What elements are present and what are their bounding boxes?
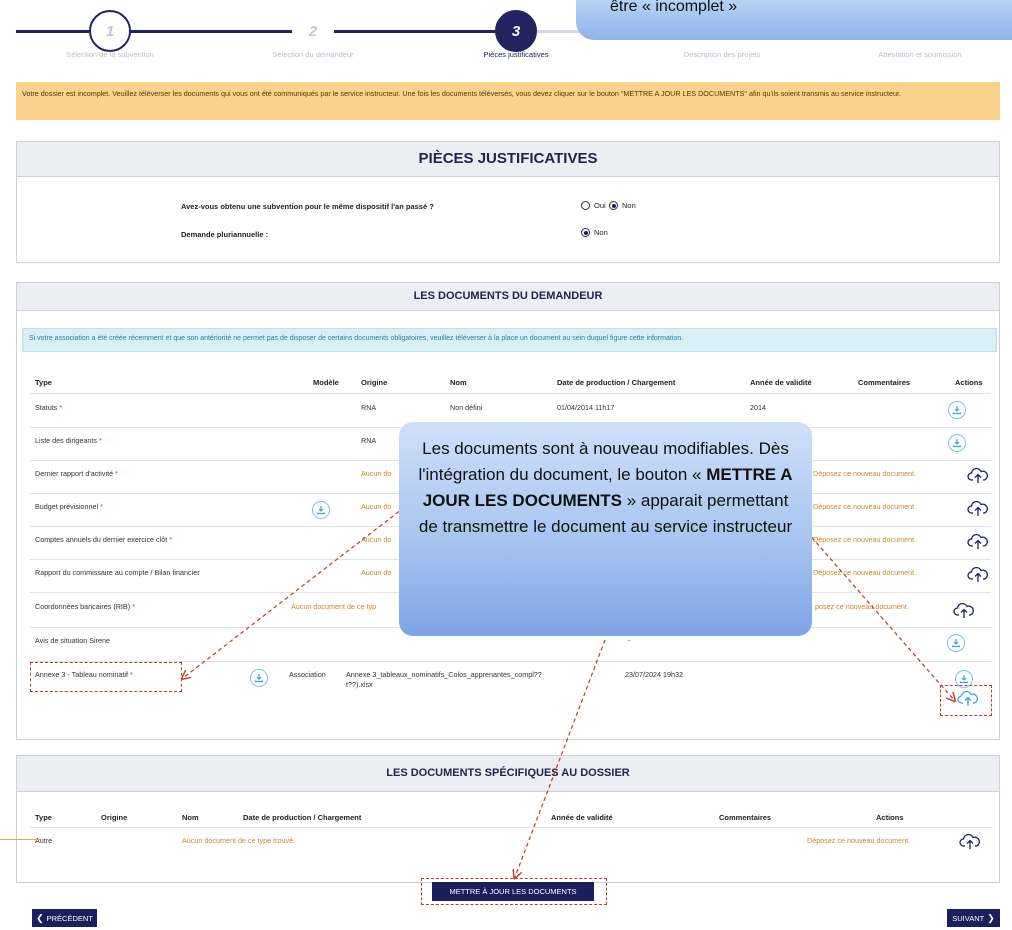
annotation-callout: Les documents sont à nouveau modifiables… — [399, 422, 812, 636]
